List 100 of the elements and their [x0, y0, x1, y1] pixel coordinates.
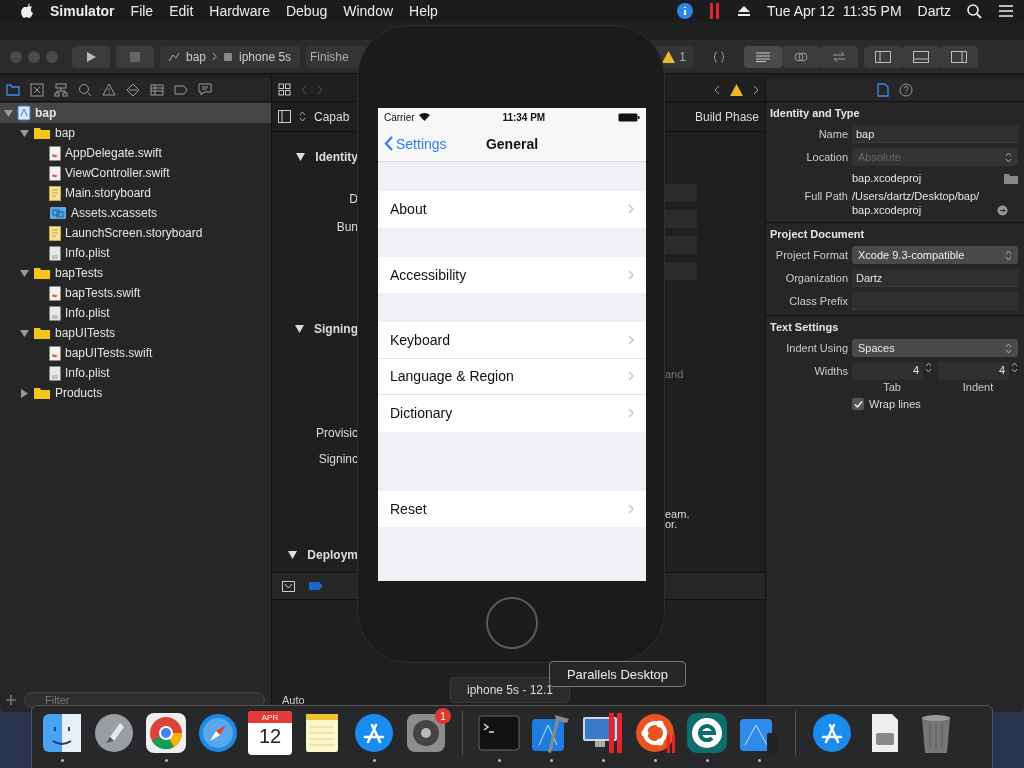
- tree-row[interactable]: Main.storyboard: [0, 183, 271, 203]
- version-editor-button[interactable]: [820, 45, 858, 68]
- dock-item[interactable]: [581, 711, 625, 755]
- number-field[interactable]: 4: [852, 362, 923, 380]
- eject-icon[interactable]: [736, 5, 751, 17]
- dock-item[interactable]: [144, 711, 188, 755]
- square-x-icon[interactable]: [30, 82, 44, 97]
- row-label: Accessibility: [390, 266, 467, 283]
- info-icon[interactable]: [676, 3, 693, 19]
- hide-debug-icon[interactable]: [282, 580, 295, 592]
- menu-item[interactable]: Debug: [285, 3, 328, 19]
- tree-row[interactable]: Info.plist: [0, 363, 271, 383]
- chevron-right-icon: [212, 52, 218, 61]
- dock-item[interactable]: [633, 711, 677, 755]
- table-icon[interactable]: [150, 83, 164, 96]
- tree-row[interactable]: bapUITests.swift: [0, 343, 271, 363]
- help-icon[interactable]: [899, 82, 913, 97]
- dock-item[interactable]: [40, 711, 84, 755]
- scheme-selector[interactable]: bap iphone 5s: [160, 45, 300, 68]
- back-button[interactable]: Settings: [384, 135, 447, 152]
- popup-arrows-icon: [1005, 151, 1012, 163]
- tag-icon[interactable]: [174, 84, 188, 95]
- tree-row[interactable]: bapTests.swift: [0, 283, 271, 303]
- disclosure-open-icon[interactable]: [295, 325, 304, 333]
- editor-tab[interactable]: Capab: [314, 109, 350, 124]
- menu-item[interactable]: Edit: [169, 3, 194, 19]
- app-store-icon: [810, 711, 854, 755]
- menu-clock[interactable]: Tue Apr 12 11:35 PM: [766, 3, 902, 19]
- back-icon[interactable]: [714, 84, 720, 95]
- disclosure-open-icon[interactable]: [288, 551, 298, 559]
- popup-button[interactable]: Spaces: [852, 339, 1018, 357]
- user-name[interactable]: Dartz: [917, 3, 951, 19]
- tree-row[interactable]: ViewController.swift: [0, 163, 271, 183]
- home-button[interactable]: [486, 597, 538, 649]
- sidebar-icon[interactable]: [278, 110, 291, 123]
- tree-row[interactable]: bap: [0, 123, 271, 143]
- number-field[interactable]: 4: [938, 362, 1009, 380]
- settings-row[interactable]: Language & Region: [378, 358, 646, 395]
- dock-item[interactable]: 1: [404, 711, 448, 755]
- popup-arrows-icon: [1005, 249, 1012, 261]
- folder-outline-icon[interactable]: [6, 83, 20, 96]
- menu-icon[interactable]: [998, 5, 1014, 17]
- run-button[interactable]: [72, 45, 110, 68]
- settings-row[interactable]: Accessibility: [378, 256, 646, 293]
- navigator-toggle[interactable]: [864, 45, 902, 68]
- disclosure-open-icon[interactable]: [296, 153, 306, 161]
- settings-row[interactable]: Keyboard: [378, 322, 646, 359]
- menu-item[interactable]: Window: [343, 3, 394, 19]
- auto-button[interactable]: Auto: [282, 694, 305, 706]
- field-label: Project Format: [774, 248, 848, 263]
- notification-badge: 1: [435, 708, 451, 724]
- dock-item[interactable]: [685, 711, 729, 755]
- dock-item[interactable]: [810, 711, 854, 755]
- disclosure-open-icon[interactable]: [20, 128, 29, 138]
- diamond-icon[interactable]: [126, 82, 140, 97]
- editor-tab[interactable]: Build Phase: [694, 109, 759, 124]
- tree-row[interactable]: Info.plist: [0, 243, 271, 263]
- stop-button[interactable]: [116, 45, 154, 68]
- tree-row[interactable]: AppDelegate.swift: [0, 143, 271, 163]
- tree-row[interactable]: Assets.xcassets: [0, 203, 271, 223]
- tree-row[interactable]: bapTests: [0, 263, 271, 283]
- reveal-arrow-icon[interactable]: [997, 204, 1008, 216]
- inspector-toggle[interactable]: [940, 45, 978, 68]
- menu-item[interactable]: File: [130, 3, 154, 19]
- forward-icon[interactable]: [753, 84, 759, 95]
- tree-row[interactable]: bapUITests: [0, 323, 271, 343]
- storyboard-file-icon: [49, 225, 61, 241]
- tree-row[interactable]: bap: [0, 103, 271, 123]
- text-field[interactable]: bap: [852, 125, 1018, 143]
- field-caption: Indent: [962, 381, 994, 393]
- disclosure-closed-icon[interactable]: [20, 388, 29, 398]
- menu-item[interactable]: Help: [409, 3, 438, 19]
- disclosure-open-icon[interactable]: [20, 328, 29, 338]
- menu-item[interactable]: Hardware: [209, 3, 270, 19]
- settings-row[interactable]: About: [378, 191, 646, 228]
- standard-editor-button[interactable]: [744, 45, 782, 68]
- speech-bubble-icon[interactable]: [198, 83, 212, 96]
- warning-icon[interactable]: [730, 83, 743, 96]
- disclosure-open-icon[interactable]: [20, 268, 29, 278]
- file-icon[interactable]: [877, 82, 889, 97]
- settings-row[interactable]: Reset: [378, 490, 646, 527]
- settings-row[interactable]: Dictionary: [378, 395, 646, 432]
- breakpoint-icon[interactable]: [309, 582, 323, 590]
- assistant-editor-button[interactable]: [782, 45, 820, 68]
- warning-outline-icon[interactable]: [102, 83, 116, 96]
- parallels-bars-icon[interactable]: [708, 3, 721, 19]
- popup-button[interactable]: Xcode 9.3-compatible: [852, 246, 1018, 264]
- checkbox[interactable]: Wrap lines: [852, 398, 1018, 410]
- tree-row[interactable]: Info.plist: [0, 303, 271, 323]
- tree-row[interactable]: Products: [0, 383, 271, 403]
- dock-item[interactable]: APR 12: [248, 711, 292, 755]
- dock-item[interactable]: [352, 711, 396, 755]
- tree-row[interactable]: LaunchScreen.storyboard: [0, 223, 271, 243]
- plus-icon[interactable]: [6, 695, 16, 705]
- text-field[interactable]: Dartz: [852, 269, 1018, 287]
- app-menu[interactable]: Simulator: [50, 3, 115, 19]
- search-icon[interactable]: [967, 3, 982, 19]
- dock-item[interactable]: [196, 711, 240, 755]
- grid-icon[interactable]: [278, 83, 291, 96]
- hierarchy-icon[interactable]: [54, 82, 68, 97]
